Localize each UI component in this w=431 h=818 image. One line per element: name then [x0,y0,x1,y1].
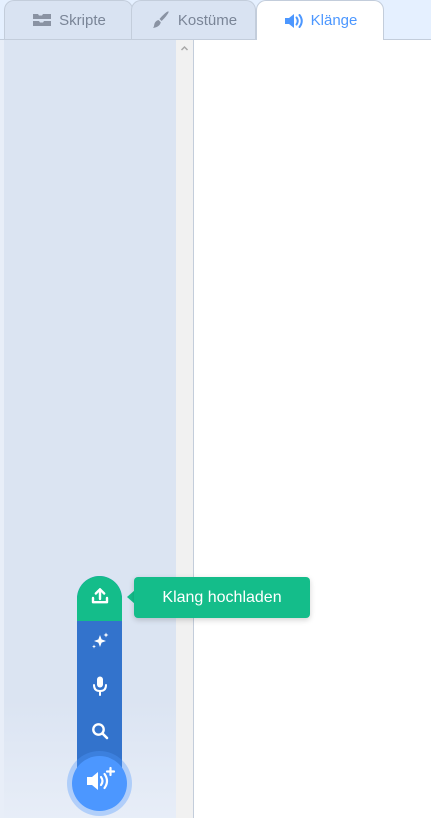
record-sound-button[interactable] [77,666,122,711]
upload-sound-button[interactable] [77,576,122,621]
scroll-up-arrow-icon[interactable] [180,44,189,53]
tab-bar: Skripte Kostüme Klänge [0,0,431,40]
sound-editor-screen: Skripte Kostüme Klänge Klang hochladen [0,0,431,818]
code-blocks-icon [31,10,53,30]
add-sound-icon [84,766,116,801]
add-sound-menu [77,576,122,776]
upload-icon [90,586,110,611]
microphone-icon [90,675,110,702]
tab-sounds[interactable]: Klänge [256,0,384,40]
search-icon [90,721,110,746]
surprise-sound-button[interactable] [77,621,122,666]
sparkle-icon [90,631,110,656]
tab-costumes-label: Kostüme [177,11,238,29]
sound-list-scrollbar[interactable] [176,40,193,818]
tab-code[interactable]: Skripte [4,0,133,39]
paintbrush-icon [150,10,172,30]
sound-editor-pane [194,40,431,818]
speaker-icon [283,11,305,31]
tab-sounds-label: Klänge [310,12,358,29]
tab-costumes[interactable]: Kostüme [131,0,256,39]
tab-code-label: Skripte [59,11,106,29]
choose-sound-button[interactable] [77,711,122,756]
add-sound-button[interactable] [72,756,127,811]
upload-sound-tooltip: Klang hochladen [134,577,310,618]
